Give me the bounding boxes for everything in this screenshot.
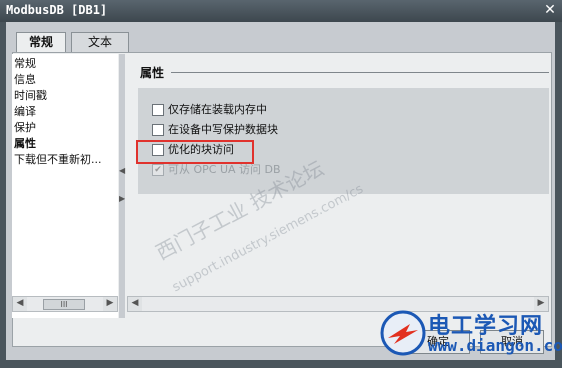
close-icon[interactable]: ✕ (542, 3, 558, 19)
dialog-window: ModbusDB [DB1] ✕ 常规 文本 常规 信息 时间戳 编译 保护 属… (0, 0, 562, 368)
tab-general[interactable]: 常规 (16, 32, 66, 53)
highlight-frame (136, 140, 254, 164)
section-divider (171, 72, 549, 73)
window-title: ModbusDB [DB1] (6, 3, 108, 17)
option-label: 可从 OPC UA 访问 DB (168, 163, 281, 176)
splitter-collapse-right-icon[interactable]: ▶ (119, 194, 125, 203)
panel-splitter[interactable]: ◀ ▶ (119, 54, 125, 318)
nav-item-info[interactable]: 信息 (14, 72, 36, 88)
option-label: 在设备中写保护数据块 (168, 123, 278, 136)
scroll-right-icon[interactable]: ▶ (103, 297, 117, 311)
attributes-content: 属性 仅存储在装载内存中 在设备中写保护数据块 优化的块访问 ✔ 可从 OPC U… (126, 54, 549, 318)
nav-item-protection[interactable]: 保护 (14, 120, 36, 136)
scroll-thumb[interactable]: III (43, 299, 85, 310)
section-title: 属性 (140, 66, 165, 80)
nav-horizontal-scrollbar[interactable]: ◀ III ▶ (12, 296, 118, 312)
logo-mark-icon (380, 310, 426, 356)
scroll-left-icon[interactable]: ◀ (128, 297, 142, 311)
splitter-collapse-left-icon[interactable]: ◀ (119, 166, 125, 175)
title-bar[interactable]: ModbusDB [DB1] ✕ (0, 0, 562, 22)
logo-url: www.diangon.com (428, 336, 562, 355)
option-write-protect-in-device[interactable]: 在设备中写保护数据块 (152, 122, 278, 138)
option-label: 仅存储在装载内存中 (168, 103, 267, 116)
checkbox-opc-ua-access: ✔ (152, 164, 164, 176)
checkbox-write-protect[interactable] (152, 124, 164, 136)
nav-item-general[interactable]: 常规 (14, 56, 36, 72)
site-logo: 电工学习网 www.diangon.com (380, 306, 562, 362)
nav-item-compile[interactable]: 编译 (14, 104, 36, 120)
nav-item-attributes[interactable]: 属性 (14, 136, 36, 152)
option-opc-ua-access: ✔ 可从 OPC UA 访问 DB (152, 162, 281, 178)
nav-item-download-without-reinit[interactable]: 下载但不重新初... (14, 152, 102, 168)
nav-item-timestamp[interactable]: 时间戳 (14, 88, 47, 104)
scroll-left-icon[interactable]: ◀ (13, 297, 27, 311)
checkbox-load-memory-only[interactable] (152, 104, 164, 116)
option-load-memory-only[interactable]: 仅存储在装载内存中 (152, 102, 267, 118)
tab-text[interactable]: 文本 (71, 32, 129, 52)
nav-list: 常规 信息 时间戳 编译 保护 属性 下载但不重新初... (12, 54, 118, 318)
